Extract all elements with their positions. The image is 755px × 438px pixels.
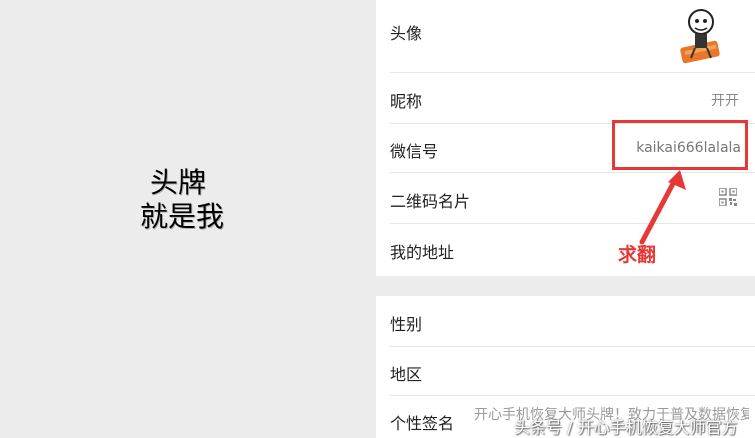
caption-line-1: 头牌 — [150, 166, 207, 199]
avatar-image — [680, 9, 720, 64]
qr-code-icon — [719, 188, 737, 206]
annotation-text: 求翻 — [618, 244, 657, 266]
gender-label: 性别 — [390, 315, 423, 334]
address-label: 我的地址 — [390, 243, 455, 262]
nickname-label: 昵称 — [390, 92, 423, 111]
nickname-value: 开开 — [711, 93, 739, 109]
avatar-label: 头像 — [390, 24, 423, 43]
caption-line-2: 就是我 — [140, 200, 225, 233]
region-label: 地区 — [390, 365, 423, 384]
arrow-icon — [639, 170, 686, 245]
wechat-id-highlight-box — [612, 120, 748, 170]
region-row[interactable]: 地区 — [376, 347, 755, 395]
nickname-row[interactable]: 昵称 开开 — [376, 73, 755, 123]
signature-label: 个性签名 — [390, 414, 455, 433]
left-image-panel: 头牌 就是我 — [0, 0, 376, 438]
section-gap — [376, 276, 755, 296]
wechat-id-label: 微信号 — [390, 142, 439, 161]
watermark-text: 头条号 / 开心手机恢复大师官方 — [514, 418, 738, 437]
qr-code-label: 二维码名片 — [390, 192, 471, 211]
gender-row[interactable]: 性别 — [376, 296, 755, 346]
meme-caption: 头牌 就是我 — [140, 166, 224, 234]
avatar-row[interactable]: 头像 — [376, 0, 755, 72]
